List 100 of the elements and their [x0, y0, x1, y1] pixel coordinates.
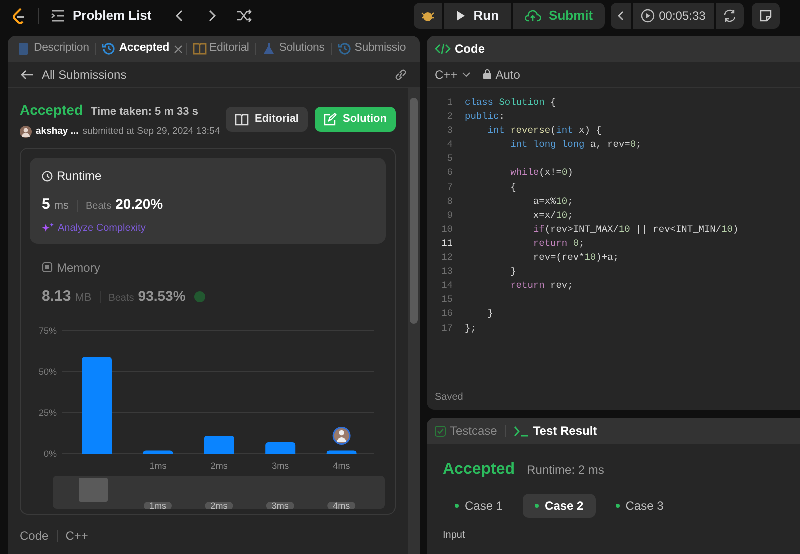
code-label: Code: [20, 528, 49, 546]
code-line: class Solution {: [465, 96, 556, 110]
code-line: public:: [465, 110, 505, 124]
username-link[interactable]: akshay ...: [36, 125, 79, 140]
line-number: 9: [446, 208, 454, 223]
line-number: 11: [440, 236, 454, 251]
line-number: 14: [440, 279, 454, 294]
line-number: 12: [440, 251, 454, 266]
code-line: while(x!=0): [510, 166, 574, 180]
lock-icon: [482, 69, 492, 80]
history-icon: [338, 42, 352, 56]
result-status: Accepted: [443, 460, 516, 480]
line-number: 2: [446, 110, 454, 124]
note-button[interactable]: [752, 3, 780, 29]
code-line: a=x%10;: [532, 194, 574, 209]
input-label: Input: [443, 529, 466, 543]
code-line: int reverse(int x) {: [486, 124, 602, 138]
panel-tab[interactable]: Description: [14, 38, 92, 60]
x-tick-label: 2ms: [210, 461, 228, 472]
reset-timer-button[interactable]: [716, 3, 744, 29]
range-tick-label: 3ms: [272, 501, 289, 510]
range-tick-label: 1ms: [150, 501, 166, 510]
line-number: 16: [440, 307, 454, 322]
problem-list-link[interactable]: Problem List: [73, 6, 152, 26]
timer-text: 00:05:33: [659, 8, 706, 25]
line-number: 6: [446, 166, 454, 180]
scrollbar[interactable]: [408, 88, 420, 554]
case-tab[interactable]: Case 2: [523, 494, 596, 518]
panel-tab[interactable]: Testcase: [435, 422, 498, 440]
bar[interactable]: [266, 442, 296, 454]
line-number: 5: [446, 152, 454, 166]
status-dot-icon: [616, 504, 620, 508]
clock-icon: [42, 170, 53, 182]
play-icon: [456, 10, 466, 22]
line-number: 7: [446, 180, 454, 195]
metric-title: Memory: [57, 260, 100, 277]
language-select[interactable]: C++: [435, 66, 471, 84]
line-number: 10: [440, 222, 454, 237]
bar[interactable]: [204, 436, 234, 454]
bar[interactable]: [326, 450, 357, 454]
beats-percent: 20.20%: [116, 195, 164, 214]
document-icon: [17, 42, 31, 56]
range-tick-label: 2ms: [210, 501, 228, 510]
case-tab[interactable]: Case 3: [604, 494, 676, 518]
code-icon: [435, 43, 451, 55]
panel-tab[interactable]: Submissio: [334, 38, 410, 60]
code-line: }: [510, 265, 516, 280]
chip-icon: [42, 262, 53, 274]
debug-button[interactable]: [414, 3, 442, 29]
link-icon: [394, 68, 408, 80]
y-tick-label: 25%: [38, 408, 57, 418]
chevron-left-icon: [617, 10, 626, 22]
logo-icon: [12, 8, 26, 24]
all-submissions-link[interactable]: All Submissions: [42, 66, 386, 84]
code-line: rev=(rev*10)+a;: [532, 251, 619, 266]
line-number: 8: [446, 194, 454, 209]
case-tab[interactable]: Case 1: [443, 494, 516, 518]
panel-tab[interactable]: Solutions: [259, 38, 328, 60]
avatar-icon: [20, 126, 32, 138]
book-icon: [192, 42, 206, 56]
metric-card[interactable]: Runtime 5 ms Beats 20.20% Analyze Complexity: [30, 158, 386, 244]
history-icon: [102, 42, 116, 56]
shuffle-icon: [236, 8, 252, 24]
panel-tab[interactable]: Test Result: [514, 422, 598, 440]
status-dot-icon: [535, 504, 540, 508]
x-tick-label: 1ms: [150, 461, 167, 472]
bar[interactable]: [143, 450, 174, 454]
metric-value: 5: [42, 195, 50, 216]
editorial-button[interactable]: Editorial: [226, 107, 308, 132]
y-tick-label: 75%: [38, 326, 57, 336]
x-tick-label: 3ms: [272, 461, 290, 472]
runtime-text: Runtime: 2 ms: [527, 462, 604, 479]
avatar-marker: [332, 427, 351, 446]
status-text: Accepted: [20, 101, 84, 120]
y-tick-label: 50%: [38, 367, 57, 378]
line-number: 13: [440, 265, 454, 280]
panel-title: Code: [455, 41, 485, 58]
run-button[interactable]: Run: [444, 3, 512, 29]
cloud-upload-icon: [525, 10, 542, 22]
mode-label: Auto: [496, 66, 520, 84]
panel-tab[interactable]: Editorial: [190, 38, 252, 60]
collapse-timer-button[interactable]: [611, 3, 632, 29]
checkbox-icon: [435, 426, 446, 436]
y-tick-label: 0%: [44, 449, 57, 460]
status-dot-icon: [455, 504, 459, 508]
book-icon: [234, 114, 249, 126]
flask-icon: [262, 42, 276, 56]
line-number: 17: [440, 322, 454, 336]
badge-icon: [194, 291, 206, 303]
panel-tab[interactable]: Accepted: [99, 38, 172, 60]
submitted-text: submitted at Sep 29, 2024 13:54: [82, 125, 220, 139]
metric-title: Runtime: [57, 168, 102, 186]
sparkle-icon: [42, 223, 54, 234]
submit-button[interactable]: Submit: [513, 3, 606, 29]
list-icon: [51, 10, 65, 22]
range-tick-label: 4ms: [333, 501, 350, 510]
note-icon: [758, 9, 773, 23]
code-line: int long long a, rev=0;: [510, 138, 642, 152]
chevron-down-icon: [462, 72, 471, 78]
beats-percent: 93.53%: [138, 286, 186, 306]
